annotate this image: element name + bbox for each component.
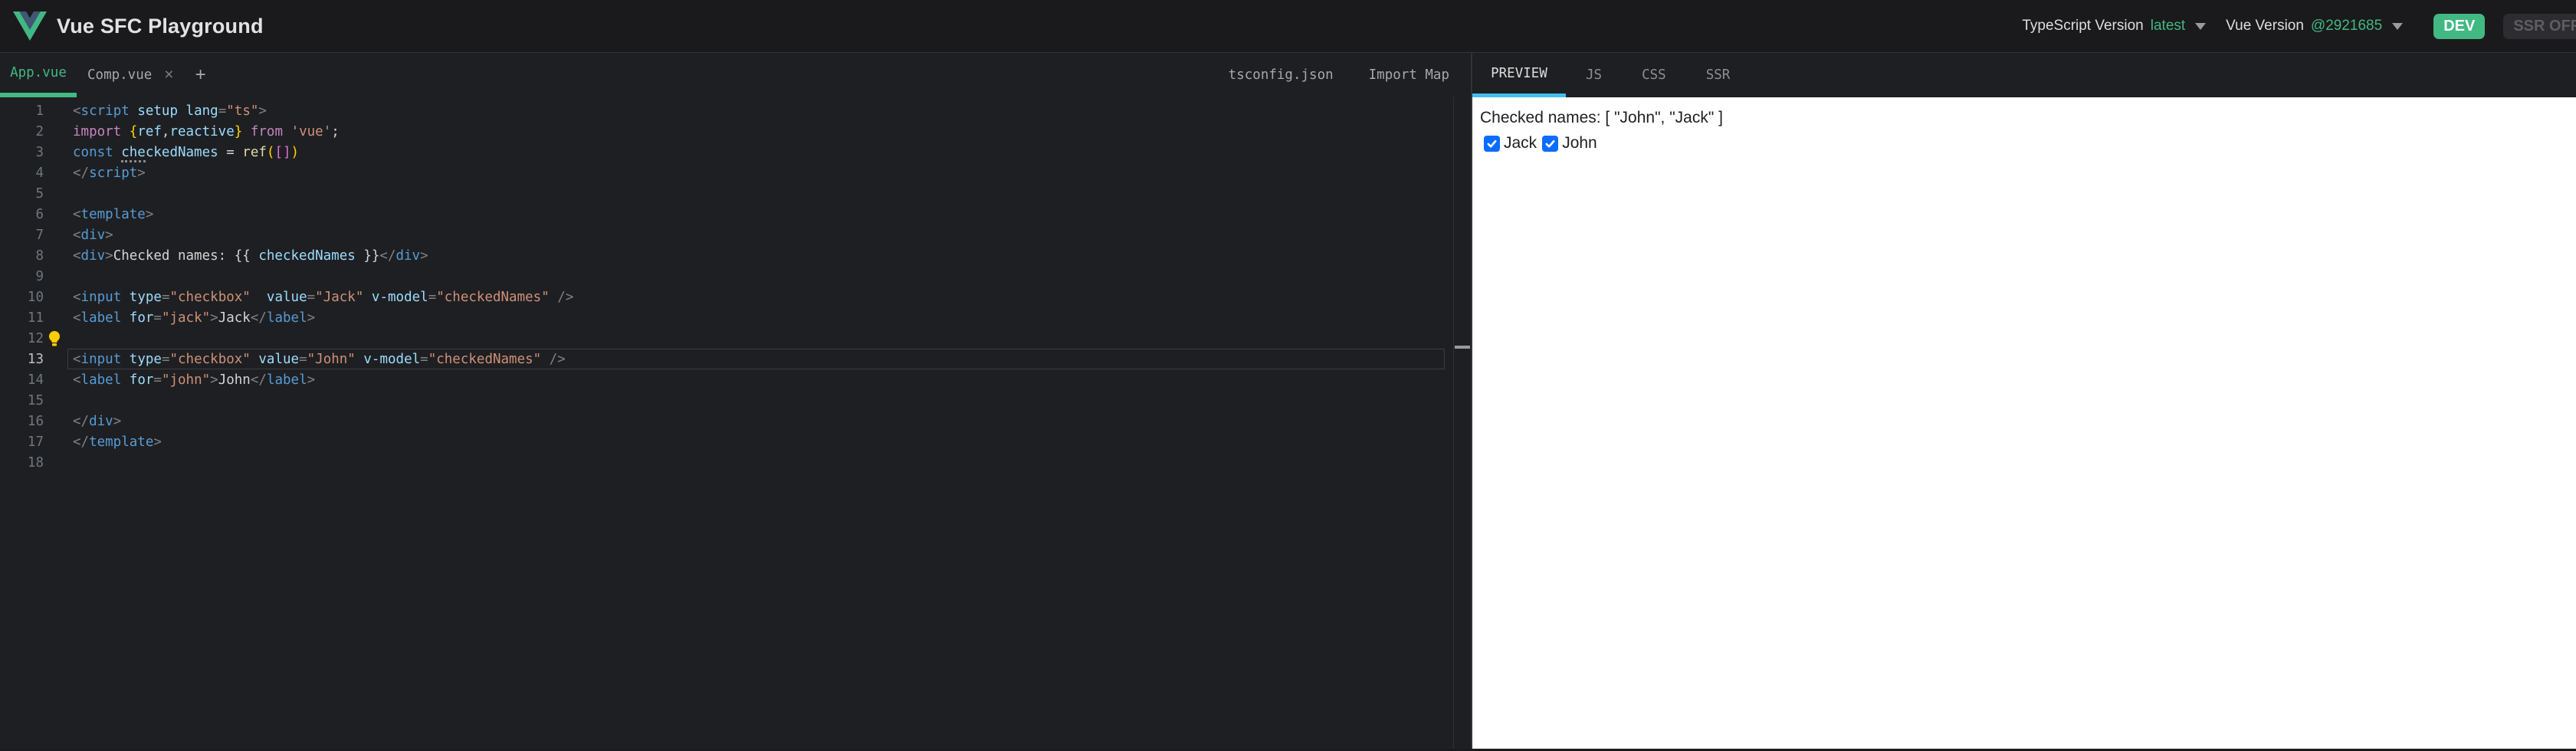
vue-logo-icon[interactable] <box>13 11 47 41</box>
code-line-17[interactable]: 17 </template> <box>0 431 1471 452</box>
code-line-1[interactable]: 1 <script setup lang="ts"> <box>0 100 1471 121</box>
tab-js[interactable]: JS <box>1566 53 1622 97</box>
line-number: 6 <box>35 206 44 222</box>
vue-version-value[interactable]: @2921685 <box>2311 18 2382 34</box>
code-line-4[interactable]: 4 </script> <box>0 162 1471 183</box>
close-tab-icon[interactable]: × <box>164 66 173 84</box>
output-tabbar: PREVIEW JS CSS SSR <box>1472 53 2576 97</box>
main-split: App.vue Comp.vue × + tsconfig.json Impor… <box>0 53 2576 751</box>
code-line-16[interactable]: 16 </div> <box>0 411 1471 431</box>
line-number: 8 <box>35 248 44 264</box>
code-line-5[interactable]: 5 <box>0 183 1471 204</box>
line-number: 4 <box>35 165 44 181</box>
tab-comp-vue[interactable]: Comp.vue × <box>77 53 180 97</box>
code-line-10[interactable]: 10 <input type="checkbox" value="Jack" v-… <box>0 287 1471 307</box>
checkbox-jack-checked[interactable] <box>1484 135 1500 152</box>
line-number: 18 <box>27 454 44 471</box>
line-number: 5 <box>35 185 44 202</box>
line-number: 7 <box>35 227 44 243</box>
file-tabbar: App.vue Comp.vue × + tsconfig.json Impor… <box>0 53 1471 97</box>
lightbulb-icon[interactable] <box>47 330 62 347</box>
output-pane: PREVIEW JS CSS SSR Checked names: [ "Joh… <box>1472 53 2576 751</box>
line-number: 13 <box>27 351 44 367</box>
import-map-tab[interactable]: Import Map <box>1369 67 1449 83</box>
vue-version-label: Vue Version <box>2226 18 2304 34</box>
code-line-15[interactable]: 15 <box>0 390 1471 411</box>
vue-version-caret-icon[interactable] <box>2392 22 2404 30</box>
tab-app-vue[interactable]: App.vue <box>0 53 77 97</box>
tab-ssr[interactable]: SSR <box>1686 53 1751 97</box>
line-number: 11 <box>27 310 44 326</box>
preview-sandbox: Checked names: [ "John", "Jack" ] Jack Jo… <box>1472 97 2576 751</box>
line-number: 14 <box>27 372 44 388</box>
add-file-button[interactable]: + <box>195 53 206 97</box>
ts-version-caret-icon[interactable] <box>2195 22 2207 30</box>
code-line-13[interactable]: 13 <input type="checkbox" value="John" v-… <box>0 349 1471 369</box>
checkbox-label-jack[interactable]: Jack <box>1504 134 1537 152</box>
line-number: 3 <box>35 144 44 160</box>
code-line-3[interactable]: 3 const checkedNames = ref([]) <box>0 142 1471 162</box>
tsconfig-tab[interactable]: tsconfig.json <box>1229 67 1334 83</box>
line-number: 10 <box>27 289 44 305</box>
line-number: 12 <box>27 330 44 346</box>
ssr-toggle-button[interactable]: SSR OFF <box>2503 13 2576 39</box>
preview-checkbox-row: Jack John <box>1480 134 2576 152</box>
line-number: 1 <box>35 103 44 119</box>
tab-css[interactable]: CSS <box>1622 53 1686 97</box>
checkbox-label-john[interactable]: John <box>1562 134 1597 152</box>
ts-version-label: TypeScript Version <box>2022 18 2144 34</box>
ts-version-value[interactable]: latest <box>2151 18 2185 34</box>
line-number: 17 <box>27 434 44 450</box>
editor-pane: App.vue Comp.vue × + tsconfig.json Impor… <box>0 53 1472 751</box>
code-line-12[interactable]: 12 <box>0 328 1471 349</box>
code-line-9[interactable]: 9 <box>0 266 1471 287</box>
code-line-11[interactable]: 11 <label for="jack">Jack</label> <box>0 307 1471 328</box>
code-line-18[interactable]: 18 <box>0 452 1471 473</box>
page-title: Vue SFC Playground <box>57 14 264 38</box>
tab-preview[interactable]: PREVIEW <box>1472 53 1566 97</box>
code-line-7[interactable]: 7 <div> <box>0 225 1471 245</box>
line-number: 2 <box>35 123 44 139</box>
code-editor[interactable]: 1 <script setup lang="ts"> 2 import {ref,re… <box>0 97 1471 751</box>
code-line-2[interactable]: 2 import {ref,reactive} from 'vue'; <box>0 121 1471 142</box>
app-header: Vue SFC Playground TypeScript Version la… <box>0 0 2576 53</box>
line-number: 9 <box>35 268 44 284</box>
line-number: 15 <box>27 392 44 408</box>
checkbox-john-checked[interactable] <box>1542 135 1559 152</box>
code-line-6[interactable]: 6 <template> <box>0 204 1471 225</box>
code-line-8[interactable]: 8 <div>Checked names: {{ checkedNames }}<… <box>0 245 1471 266</box>
preview-output-text: Checked names: [ "John", "Jack" ] <box>1480 109 1723 126</box>
header-controls: TypeScript Version latest Vue Version @2… <box>2022 13 2576 39</box>
dev-toggle-button[interactable]: DEV <box>2433 13 2486 39</box>
editor-config-links: tsconfig.json Import Map <box>1229 53 1449 97</box>
line-number: 16 <box>27 413 44 429</box>
code-line-14[interactable]: 14 <label for="john">John</label> <box>0 369 1471 390</box>
